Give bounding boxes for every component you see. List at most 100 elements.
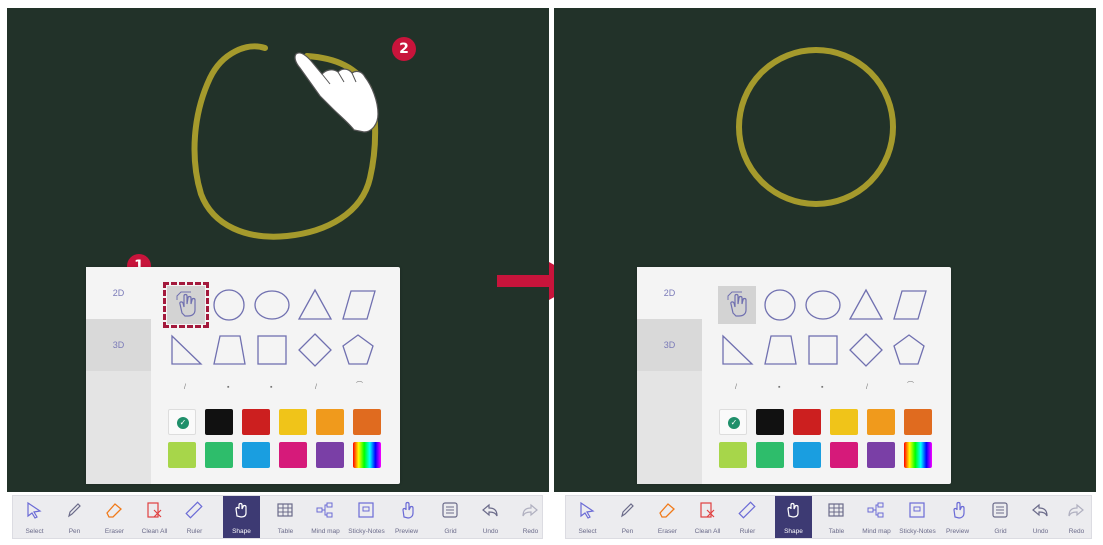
circle-icon[interactable] — [761, 286, 799, 324]
line-style-tick[interactable]: / — [735, 384, 738, 391]
color-swatch-white[interactable]: ✓ — [719, 409, 747, 435]
line-style-tick[interactable]: / — [184, 384, 187, 391]
square-icon[interactable] — [253, 331, 291, 369]
sticky-notes-tool-button[interactable]: Sticky-Notes — [348, 496, 385, 538]
color-swatch-lime[interactable] — [719, 442, 747, 468]
select-cursor-icon — [27, 501, 42, 519]
table-tool-button[interactable]: Table — [267, 496, 304, 538]
tool-label: Preview — [394, 528, 419, 535]
color-swatch-black[interactable] — [205, 409, 233, 435]
color-swatch-custom-gradient[interactable] — [904, 442, 932, 468]
line-style-tick[interactable]: / — [866, 384, 869, 391]
pentagon-icon[interactable] — [890, 331, 928, 369]
pen-tool-button[interactable]: Pen — [56, 496, 93, 538]
tool-label: Redo — [522, 528, 539, 535]
pen-tool-button[interactable]: Pen — [609, 496, 646, 538]
color-swatch-yellow[interactable] — [830, 409, 858, 435]
preview-icon — [953, 501, 965, 519]
parallelogram-icon[interactable] — [890, 286, 928, 324]
tab-3d[interactable]: 3D — [86, 319, 151, 371]
trapezoid-icon[interactable] — [210, 331, 248, 369]
color-swatch-yellow[interactable] — [279, 409, 307, 435]
shape-tool-button[interactable]: Shape — [223, 496, 260, 538]
grid-icon — [442, 502, 458, 518]
color-swatch-blue[interactable] — [793, 442, 821, 468]
clean-all-icon — [147, 502, 162, 518]
tab-2d[interactable]: 2D — [86, 267, 151, 319]
clean-all-tool-button[interactable]: Clean All — [689, 496, 726, 538]
select-tool-button[interactable]: Select — [16, 496, 53, 538]
trapezoid-icon[interactable] — [761, 331, 799, 369]
color-swatch-blue[interactable] — [242, 442, 270, 468]
diamond-icon[interactable] — [296, 331, 334, 369]
color-swatch-green[interactable] — [756, 442, 784, 468]
triangle-icon[interactable] — [296, 286, 334, 324]
line-style-tick[interactable]: ▪ — [270, 384, 273, 391]
right-triangle-icon[interactable] — [718, 331, 756, 369]
line-style-tick[interactable]: ▪ — [821, 384, 824, 391]
redo-button[interactable]: Redo — [1058, 496, 1095, 538]
color-swatch-orange[interactable] — [867, 409, 895, 435]
bottom-toolbar-after: Select Pen Eraser Clean All Ruler Shape … — [565, 495, 1092, 539]
mind-map-tool-button[interactable]: Mind map — [307, 496, 344, 538]
color-swatch-white[interactable]: ✓ — [168, 409, 196, 435]
eraser-tool-button[interactable]: Eraser — [96, 496, 133, 538]
ellipse-icon[interactable] — [804, 286, 842, 324]
select-cursor-icon — [580, 501, 595, 519]
square-icon[interactable] — [804, 331, 842, 369]
grid-tool-button[interactable]: Grid — [982, 496, 1019, 538]
table-tool-button[interactable]: Table — [818, 496, 855, 538]
line-style-tick[interactable]: ▪ — [227, 384, 230, 391]
sticky-notes-icon — [909, 502, 925, 518]
line-style-tick[interactable]: ▪ — [778, 384, 781, 391]
color-swatch-dark-orange[interactable] — [353, 409, 381, 435]
sticky-notes-tool-button[interactable]: Sticky-Notes — [899, 496, 936, 538]
right-triangle-icon[interactable] — [167, 331, 205, 369]
step-2-marker: 2 — [392, 37, 416, 61]
undo-button[interactable]: Undo — [472, 496, 509, 538]
diamond-icon[interactable] — [847, 331, 885, 369]
ruler-tool-button[interactable]: Ruler — [176, 496, 213, 538]
tool-label: Redo — [1068, 528, 1085, 535]
circle-icon[interactable] — [210, 286, 248, 324]
color-swatch-lime[interactable] — [168, 442, 196, 468]
tool-label: Ruler — [186, 528, 203, 535]
tab-2d[interactable]: 2D — [637, 267, 702, 319]
ellipse-icon[interactable] — [253, 286, 291, 324]
line-style-tick[interactable]: ⌒ — [356, 382, 363, 389]
color-swatch-black[interactable] — [756, 409, 784, 435]
shape-icon — [235, 502, 247, 518]
pointer-hand-icon[interactable] — [718, 286, 756, 324]
eraser-tool-button[interactable]: Eraser — [649, 496, 686, 538]
pentagon-icon[interactable] — [339, 331, 377, 369]
table-icon — [828, 503, 844, 517]
color-swatch-green[interactable] — [205, 442, 233, 468]
color-swatch-magenta[interactable] — [830, 442, 858, 468]
color-swatch-custom-gradient[interactable] — [353, 442, 381, 468]
color-swatch-magenta[interactable] — [279, 442, 307, 468]
triangle-icon[interactable] — [847, 286, 885, 324]
grid-tool-button[interactable]: Grid — [432, 496, 469, 538]
color-swatch-purple[interactable] — [316, 442, 344, 468]
color-swatch-red[interactable] — [793, 409, 821, 435]
ruler-icon — [185, 501, 203, 519]
ruler-tool-button[interactable]: Ruler — [729, 496, 766, 538]
redo-button[interactable]: Redo — [512, 496, 549, 538]
clean-all-tool-button[interactable]: Clean All — [136, 496, 173, 538]
grid-icon — [992, 502, 1008, 518]
tab-3d[interactable]: 3D — [637, 319, 702, 371]
color-swatch-orange[interactable] — [316, 409, 344, 435]
color-swatch-dark-orange[interactable] — [904, 409, 932, 435]
mind-map-icon — [867, 502, 884, 518]
parallelogram-icon[interactable] — [339, 286, 377, 324]
line-style-tick[interactable]: / — [315, 384, 318, 391]
select-tool-button[interactable]: Select — [569, 496, 606, 538]
color-swatch-red[interactable] — [242, 409, 270, 435]
mind-map-tool-button[interactable]: Mind map — [858, 496, 895, 538]
line-style-tick[interactable]: ⌒ — [907, 382, 914, 389]
shape-tool-button[interactable]: Shape — [775, 496, 812, 538]
preview-tool-button[interactable]: Preview — [388, 496, 425, 538]
color-swatch-purple[interactable] — [867, 442, 895, 468]
undo-icon — [482, 503, 498, 517]
preview-tool-button[interactable]: Preview — [939, 496, 976, 538]
